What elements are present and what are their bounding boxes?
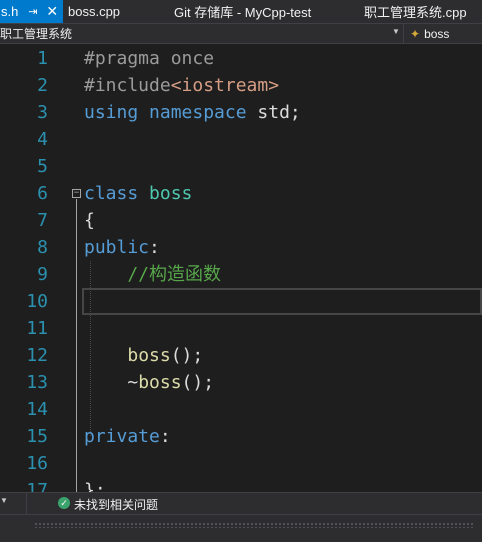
line-number: 15 [26,426,48,447]
scope-label: boss [424,26,450,41]
line-number: 5 [37,156,48,177]
identifier: std; [246,102,301,123]
tab-boss-cpp[interactable]: boss.cpp [68,0,120,23]
code-line-13: ~boss(); [84,369,214,396]
destructor-tilde: ~ [84,372,139,393]
line-number: 14 [26,399,48,420]
line-number: 11 [26,318,48,339]
tab-label: 职工管理系统.cpp [364,5,467,20]
line-number: 16 [26,453,48,474]
keyword: private [84,426,160,447]
preprocessor-directive: #pragma once [84,48,215,69]
panel-splitter[interactable] [0,514,482,542]
line-number: 17 [26,480,48,492]
navigation-bar: 职工管理系统 ▼ ✦ boss [0,23,482,44]
punctuation: (); [181,372,215,393]
outline-line [76,199,77,492]
document-tab-strip: s.h ⇥ ✕ boss.cpp Git 存储库 - MyCpp-test 职工… [0,0,482,23]
pin-icon[interactable]: ⇥ [28,5,40,18]
code-line-3: using namespace std; [84,99,301,126]
code-line-17: }; [84,477,106,492]
class-name: boss [149,183,193,204]
code-line-12: boss(); [84,342,203,369]
code-line-8: public: [84,234,160,261]
keyword: public [84,237,150,258]
editor-status-bar: ▼ ✓ 未找到相关问题 [0,492,482,515]
tab-main-cpp[interactable]: 职工管理系统.cpp [364,0,467,23]
code-line-9: //构造函数 [84,261,221,288]
dropdown-arrow-icon[interactable]: ▼ [392,27,400,36]
punctuation: : [159,426,171,447]
include-target: <iostream> [170,75,280,96]
current-line-highlight [82,288,482,315]
code-line-2: #include<iostream> [84,72,279,99]
splitter-grip[interactable] [34,522,474,528]
line-number: 13 [26,372,48,393]
closing-brace: }; [84,480,106,492]
issues-status[interactable]: 未找到相关问题 [74,496,158,513]
project-label: 职工管理系统 [0,27,73,41]
code-line-1: #pragma once [84,45,214,72]
close-icon[interactable]: ✕ [46,3,58,20]
tab-label: boss.cpp [68,4,121,19]
project-dropdown[interactable]: 职工管理系统 [0,24,402,43]
line-number: 9 [37,264,48,285]
tab-label: s.h [1,4,19,19]
line-number: 10 [26,291,48,312]
code-line-15: private: [84,423,171,450]
brace: { [84,210,95,231]
line-number: 3 [37,102,48,123]
line-number-gutter: 1 2 3 4 5 6 7 8 9 10 11 12 13 14 15 16 1… [0,44,62,492]
tab-git-repository[interactable]: Git 存储库 - MyCpp-test [174,0,311,23]
comment: //构造函数 [84,264,222,285]
punctuation: : [149,237,160,258]
tab-boss-h[interactable]: s.h ⇥ ✕ [0,0,63,23]
check-icon: ✓ [58,497,70,509]
line-number: 6 [37,183,48,204]
function-name: boss [138,372,182,393]
collapse-icon[interactable]: − [72,189,81,198]
keyword: class [84,183,139,204]
zoom-dropdown-icon[interactable]: ▼ [0,496,8,505]
divider [26,493,27,515]
code-line-7: { [84,207,95,234]
preprocessor-directive: #include [84,75,171,96]
class-icon: ✦ [410,26,421,41]
line-number: 8 [37,237,48,258]
code-editor[interactable]: 1 2 3 4 5 6 7 8 9 10 11 12 13 14 15 16 1… [0,44,482,492]
line-number: 12 [26,345,48,366]
tab-label: Git 存储库 - MyCpp-test [174,5,312,20]
keyword: using namespace [84,102,247,123]
line-number: 2 [37,75,48,96]
punctuation: (); [170,345,204,366]
code-line-6: class boss [84,180,192,207]
function-name: boss [127,345,171,366]
scope-dropdown[interactable]: ✦ boss [403,24,482,43]
line-number: 1 [37,48,48,69]
line-number: 4 [37,129,48,150]
line-number: 7 [37,210,48,231]
